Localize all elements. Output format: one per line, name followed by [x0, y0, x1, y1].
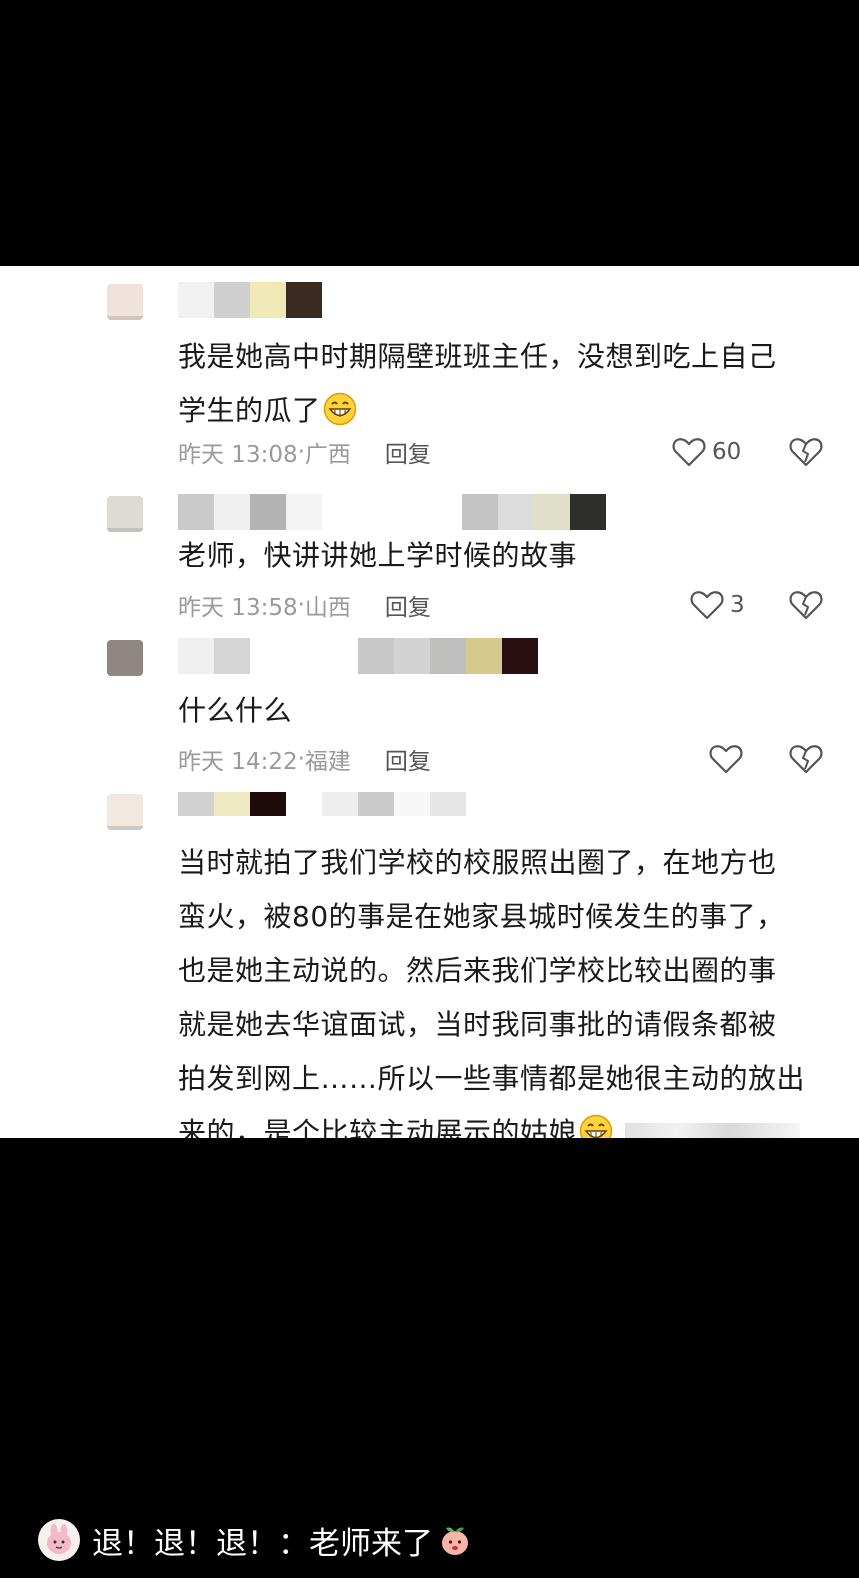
- username-mosaic[interactable]: [178, 494, 606, 530]
- avatar[interactable]: [107, 794, 143, 830]
- like-button[interactable]: 60: [672, 432, 741, 472]
- avatar[interactable]: [107, 640, 143, 676]
- heart-outline-icon: [690, 591, 724, 620]
- like-button[interactable]: [709, 739, 743, 779]
- broken-heart-icon[interactable]: [789, 742, 823, 776]
- heart-outline-icon: [709, 745, 743, 774]
- caption-bar: 退！退！退！：老师来了: [38, 1518, 473, 1562]
- reply-button[interactable]: 回复: [385, 742, 431, 776]
- blurred-watermark: [625, 1123, 801, 1138]
- avatar[interactable]: [107, 496, 143, 532]
- username-mosaic[interactable]: [178, 638, 538, 674]
- avatar[interactable]: [107, 284, 143, 320]
- grinning-face-emoji: [579, 1114, 613, 1138]
- cartoon-avatar-icon: [47, 1524, 71, 1554]
- like-button[interactable]: 3: [690, 585, 745, 625]
- like-count: 60: [712, 439, 742, 465]
- reply-button[interactable]: 回复: [385, 435, 431, 469]
- comment-text: 我是她高中时期隔壁班班主任，没想到吃上自己 学生的瓜了: [178, 340, 777, 427]
- avatar[interactable]: [38, 1519, 80, 1561]
- comment-meta: 昨天 14:22 · 福建 回复: [178, 739, 431, 779]
- grinning-face-emoji: [323, 392, 356, 426]
- like-count: 3: [730, 592, 745, 618]
- broken-heart-icon[interactable]: [789, 435, 823, 469]
- peach-emoji: [442, 1527, 468, 1555]
- comment-panel: 我是她高中时期隔壁班班主任，没想到吃上自己 学生的瓜了 昨天 13:08 · 广西 …: [0, 266, 859, 1138]
- comment-location: 山西: [304, 595, 351, 621]
- meta-separator: ·: [297, 746, 305, 772]
- comment-time: 昨天 14:22: [178, 749, 298, 775]
- comment-time: 昨天 13:08: [178, 442, 298, 468]
- username-mosaic[interactable]: [178, 282, 322, 318]
- reply-button[interactable]: 回复: [385, 588, 431, 622]
- broken-heart-icon[interactable]: [789, 588, 823, 622]
- comment-meta: 昨天 13:58 · 山西 回复: [178, 585, 431, 625]
- comment-time: 昨天 13:58: [178, 595, 298, 621]
- meta-separator: ·: [297, 592, 305, 618]
- comment-text: 老师，快讲讲她上学时候的故事: [178, 539, 578, 572]
- comment-text: 什么什么: [178, 694, 293, 727]
- comment-text: 当时就拍了我们学校的校服照出圈了，在地方也 蛮火，被80的事是在她家县城时候发生…: [178, 836, 818, 1138]
- comment-meta: 昨天 13:08 · 广西 回复: [178, 432, 431, 472]
- comment-location: 广西: [304, 442, 351, 468]
- caption-text: 退！退！退！：老师来了: [92, 1525, 433, 1562]
- comment-location: 福建: [304, 749, 351, 775]
- username-mosaic[interactable]: [178, 792, 466, 816]
- heart-outline-icon: [672, 438, 706, 467]
- meta-separator: ·: [297, 439, 305, 465]
